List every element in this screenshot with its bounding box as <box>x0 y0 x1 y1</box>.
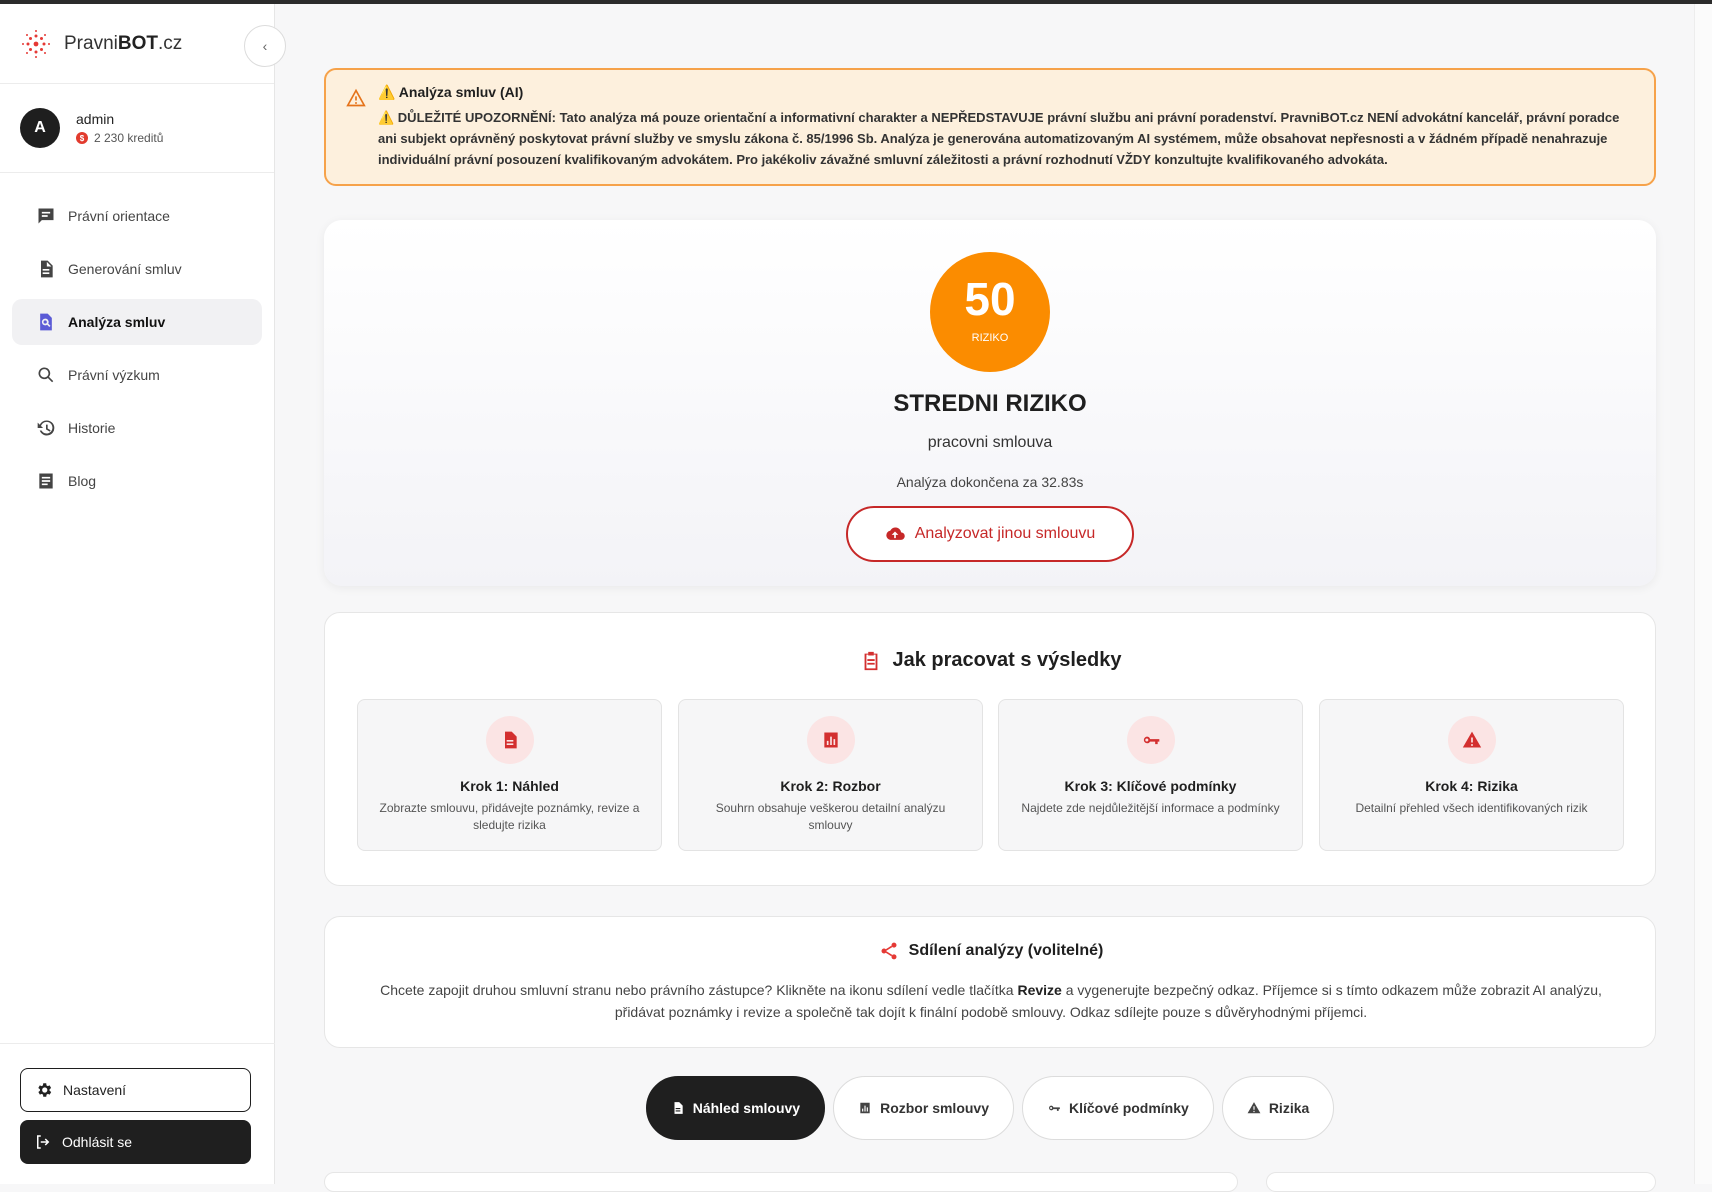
nav-label: Analýza smluv <box>68 314 166 330</box>
risk-score: 50 <box>964 273 1016 325</box>
contract-type: pracovni smlouva <box>927 434 1053 451</box>
cloud-upload-icon <box>886 527 905 540</box>
share-title-text: Sdílení analýzy (volitelné) <box>908 942 1104 959</box>
settings-label: Nastavení <box>63 1082 127 1098</box>
user-credits: $ 2 230 kreditů <box>76 131 163 145</box>
article-icon <box>39 473 53 489</box>
key-icon <box>1143 736 1159 745</box>
side-panel <box>1266 1172 1656 1192</box>
chat-icon <box>38 208 54 224</box>
nav-item-generovani-smluv[interactable]: Generování smluv <box>12 246 262 292</box>
share-description: Chcete zapojit druhou smluvní stranu neb… <box>380 982 1602 1020</box>
document-search-icon <box>40 313 52 331</box>
tab-rizika[interactable]: Rizika <box>1221 1076 1335 1140</box>
step-title: Krok 4: Rizika <box>1425 778 1518 794</box>
brand[interactable]: PravniBOT.cz ‹ <box>0 4 286 84</box>
coin-icon: $ <box>76 132 88 144</box>
how-to-card: Jak pracovat s výsledky Krok 1: Náhled Z… <box>324 612 1656 886</box>
tab-label: Náhled smlouvy <box>692 1100 801 1116</box>
tab-label: Rizika <box>1268 1100 1310 1116</box>
user-name: admin <box>76 111 115 127</box>
document-icon <box>674 1102 683 1114</box>
main-nav: Právní orientace Generování smluv Analýz… <box>0 173 274 531</box>
disclaimer-title: ⚠️ Analýza smluv (AI) <box>378 84 524 100</box>
step-card-1: Krok 1: Náhled Zobrazte smlouvu, přidáve… <box>357 699 662 851</box>
clipboard-icon <box>865 651 878 670</box>
risk-score-badge: 50 RIZIKO <box>930 252 1050 372</box>
share-icon <box>881 942 897 960</box>
step-title: Krok 3: Klíčové podmínky <box>1064 778 1237 794</box>
nav-item-pravni-vyzkum[interactable]: Právní výzkum <box>12 352 262 398</box>
logout-button[interactable]: Odhlásit se <box>20 1120 251 1164</box>
document-icon <box>504 731 517 749</box>
analyze-another-button[interactable]: Analyzovat jinou smlouvu <box>846 506 1134 562</box>
disclaimer-text: ⚠️ DŮLEŽITÉ UPOZORNĚNÍ: Tato analýza má … <box>378 110 1620 167</box>
avatar[interactable]: A <box>20 108 60 148</box>
settings-button[interactable]: Nastavení <box>20 1068 251 1112</box>
step-card-4: Krok 4: Rizika Detailní přehled všech id… <box>1319 699 1624 851</box>
history-icon <box>37 420 55 436</box>
page-scrollbar[interactable] <box>1694 4 1712 1184</box>
tab-nahled-smlouvy[interactable]: Náhled smlouvy <box>645 1076 826 1140</box>
chart-icon <box>823 732 838 748</box>
chevron-left-icon: ‹ <box>262 38 268 54</box>
how-to-title-text: Jak pracovat s výsledky <box>892 649 1122 671</box>
contract-preview-panel <box>324 1172 1238 1192</box>
step-desc: Detailní přehled všech identifikovaných … <box>1355 801 1588 815</box>
result-tabs: Náhled smlouvy Rozbor smlouvy Klíčové po… <box>276 1076 1704 1140</box>
nav-item-blog[interactable]: Blog <box>12 458 262 504</box>
warning-icon <box>1247 1102 1261 1114</box>
analyze-another-label: Analyzovat jinou smlouvu <box>914 525 1096 542</box>
logo-icon <box>22 29 50 58</box>
sidebar-bottom: Nastavení Odhlásit se <box>0 1043 275 1184</box>
ai-disclaimer-banner: ⚠️ Analýza smluv (AI) ⚠️ DŮLEŽITÉ UPOZOR… <box>324 68 1656 186</box>
share-title: Sdílení analýzy (volitelné) <box>325 941 1657 961</box>
brand-name: PravniBOT.cz <box>64 32 183 54</box>
tab-label: Rozbor smlouvy <box>880 1100 989 1116</box>
top-bar <box>0 0 1712 4</box>
step-icon-wrap <box>806 716 855 764</box>
warning-icon <box>346 88 366 107</box>
step-desc: Najdete zde nejdůležitější informace a p… <box>1021 801 1280 815</box>
step-card-3: Krok 3: Klíčové podmínky Najdete zde nej… <box>998 699 1303 851</box>
key-icon <box>1049 1105 1060 1111</box>
risk-score-label: RIZIKO <box>971 332 1009 344</box>
nav-label: Právní výzkum <box>68 367 160 383</box>
credits-value: 2 230 kreditů <box>94 131 164 145</box>
nav-label: Blog <box>68 473 97 489</box>
nav-label: Právní orientace <box>68 208 170 224</box>
step-desc: Zobrazte smlouvu, přidávejte poznámky, r… <box>379 801 640 832</box>
nav-item-pravni-orientace[interactable]: Právní orientace <box>12 193 262 239</box>
risk-result-card: 50 RIZIKO STREDNI RIZIKO pracovni smlouv… <box>324 220 1656 586</box>
sidebar: PravniBOT.cz ‹ A admin $ 2 230 kreditů P… <box>0 4 286 1184</box>
logout-label: Odhlásit se <box>62 1134 133 1150</box>
gear-icon <box>38 1083 52 1097</box>
step-icon-wrap <box>1126 716 1175 764</box>
nav-label: Generování smluv <box>68 261 182 277</box>
tab-klicove-podminky[interactable]: Klíčové podmínky <box>1022 1076 1214 1140</box>
how-to-title: Jak pracovat s výsledky <box>325 649 1657 672</box>
step-title: Krok 1: Náhled <box>460 778 559 794</box>
nav-label: Historie <box>68 420 116 436</box>
nav-item-analyza-smluv[interactable]: Analýza smluv <box>12 299 262 345</box>
document-icon <box>41 260 53 278</box>
main-content: ⚠️ Analýza smluv (AI) ⚠️ DŮLEŽITÉ UPOZOR… <box>276 4 1694 1192</box>
analysis-duration: Analýza dokončena za 32.83s <box>896 474 1084 490</box>
share-card: Sdílení analýzy (volitelné) Chcete zapoj… <box>324 916 1656 1048</box>
step-desc: Souhrn obsahuje veškerou detailní analýz… <box>715 801 946 832</box>
user-panel: A admin $ 2 230 kreditů <box>0 84 274 173</box>
tab-label: Klíčové podmínky <box>1069 1100 1189 1116</box>
step-title: Krok 2: Rozbor <box>780 778 881 794</box>
tab-rozbor-smlouvy[interactable]: Rozbor smlouvy <box>833 1076 1014 1140</box>
step-icon-wrap <box>1447 716 1496 764</box>
chart-icon <box>860 1102 870 1114</box>
risk-level: STREDNI RIZIKO <box>893 390 1087 417</box>
nav-item-historie[interactable]: Historie <box>12 405 262 451</box>
warning-icon <box>1462 731 1481 748</box>
step-card-2: Krok 2: Rozbor Souhrn obsahuje veškerou … <box>678 699 983 851</box>
logout-icon <box>37 1135 50 1149</box>
step-icon-wrap <box>485 716 534 764</box>
search-icon <box>38 367 54 383</box>
